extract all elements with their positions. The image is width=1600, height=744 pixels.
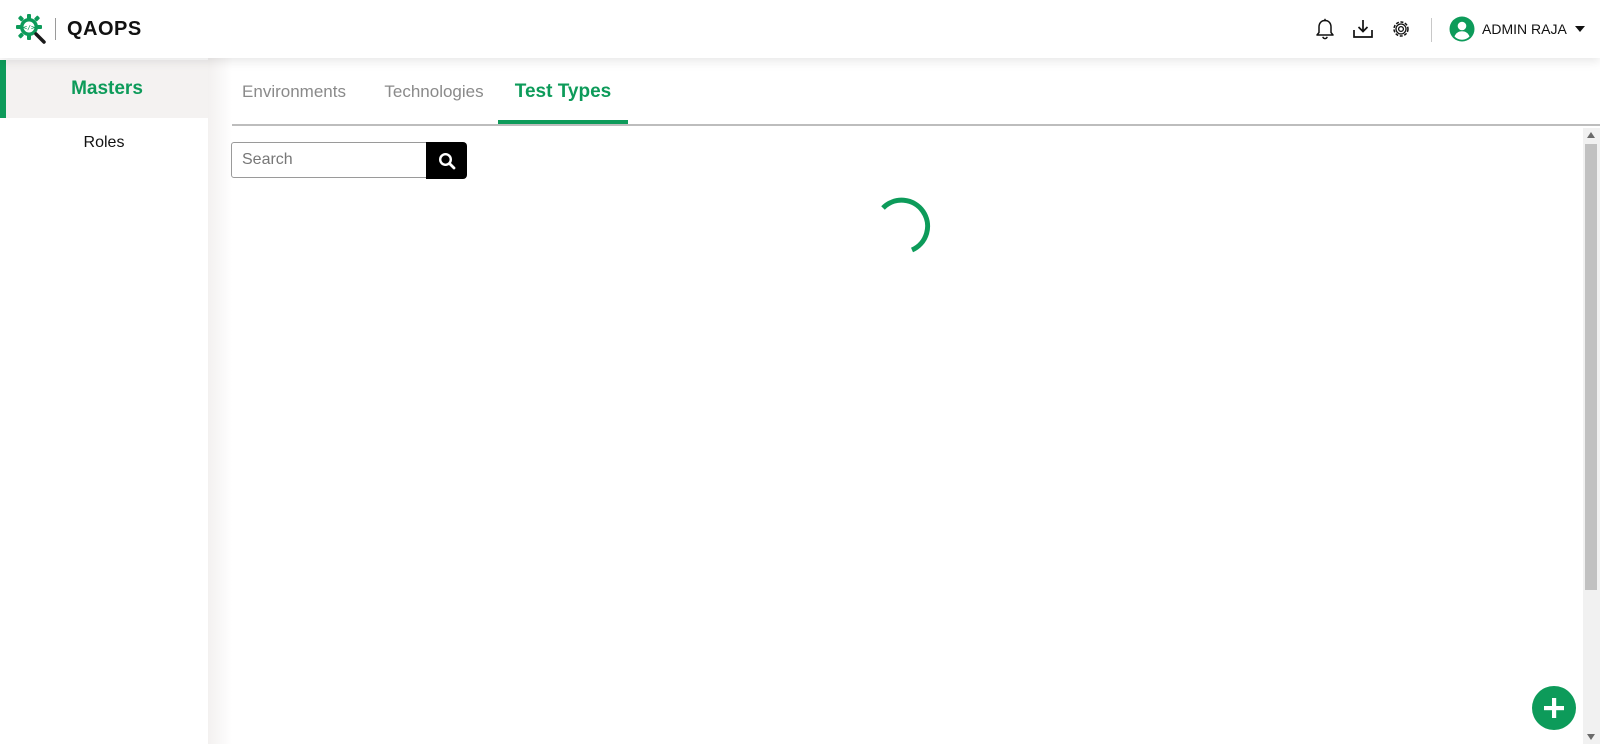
- sidebar-item-masters[interactable]: Masters: [0, 60, 208, 118]
- chevron-down-icon: [1574, 26, 1585, 32]
- loading-spinner: [872, 196, 938, 262]
- user-menu[interactable]: ADMIN RAJA: [1449, 16, 1585, 42]
- search-input[interactable]: [231, 142, 427, 178]
- add-button[interactable]: [1532, 686, 1576, 730]
- tab-technologies[interactable]: Technologies: [374, 58, 494, 126]
- logo-divider: [55, 18, 56, 40]
- plus-icon: [1544, 698, 1564, 718]
- sidebar-shadow: [208, 58, 232, 744]
- sidebar: Masters Roles: [0, 58, 208, 744]
- scrollbar-thumb[interactable]: [1585, 144, 1597, 590]
- search-button[interactable]: [426, 142, 467, 179]
- sidebar-item-roles[interactable]: Roles: [0, 118, 208, 168]
- search-icon: [438, 152, 455, 169]
- tab-bar: Environments Technologies Test Types: [232, 58, 1600, 126]
- tab-test-types[interactable]: Test Types: [498, 58, 628, 126]
- gear-icon[interactable]: [1390, 18, 1412, 40]
- scroll-down-arrow-icon[interactable]: [1587, 734, 1595, 740]
- user-circle-icon: [1449, 16, 1475, 42]
- svg-text:</>: </>: [23, 24, 35, 32]
- download-icon[interactable]: [1352, 18, 1374, 40]
- tab-environments[interactable]: Environments: [232, 58, 356, 126]
- top-header: </> QAOPS ADMIN RAJA: [0, 0, 1600, 58]
- scroll-up-arrow-icon[interactable]: [1587, 132, 1595, 138]
- vertical-scrollbar[interactable]: [1583, 128, 1600, 744]
- logo-gear-code-icon[interactable]: </>: [15, 13, 47, 45]
- header-divider: [1431, 18, 1432, 42]
- user-name: ADMIN RAJA: [1482, 21, 1567, 37]
- active-tab-indicator: [498, 120, 628, 124]
- app-title: QAOPS: [67, 18, 142, 40]
- bell-icon[interactable]: [1314, 18, 1336, 40]
